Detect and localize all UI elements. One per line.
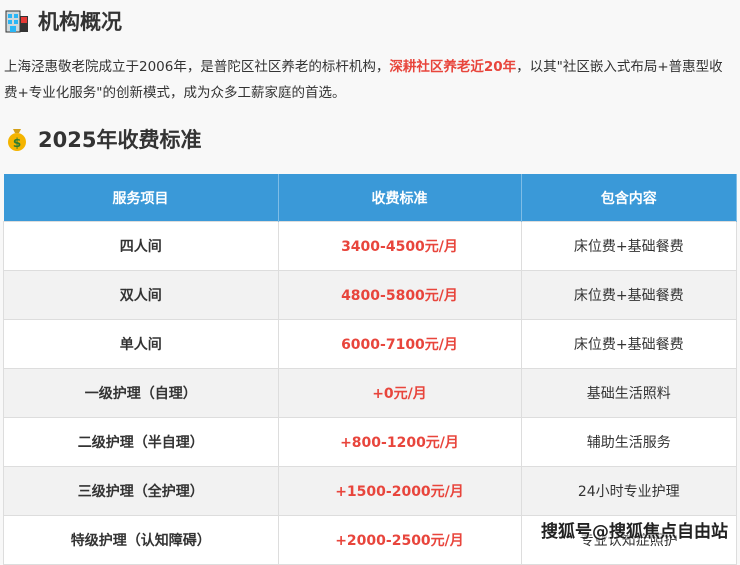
watermark: 搜狐号@搜狐焦点自由站 xyxy=(541,522,728,542)
price-cell: 6000-7100元/月 xyxy=(277,319,522,369)
included-content-cell: 24小时专业护理 xyxy=(520,466,737,516)
intro-paragraph: 上海泾惠敬老院成立于2006年，是普陀区社区养老的标杆机构，深耕社区养老近20年… xyxy=(4,54,736,106)
section-title: 2025年收费标准 xyxy=(38,128,202,152)
hospital-icon xyxy=(4,8,30,34)
table-row: 一级护理（自理） +0元/月 基础生活照料 xyxy=(3,368,737,418)
price-cell: +800-1200元/月 xyxy=(277,417,522,467)
fee-table: 服务项目 收费标准 包含内容 四人间 3400-4500元/月 床位费+基础餐费 双人… xyxy=(3,174,737,565)
price-cell: +0元/月 xyxy=(277,368,522,418)
price-cell: 3400-4500元/月 xyxy=(277,221,522,271)
section-heading-overview: 机构概况 xyxy=(4,6,122,36)
price-cell: +1500-2000元/月 xyxy=(277,466,522,516)
service-item-cell: 单人间 xyxy=(3,319,279,369)
intro-highlight: 深耕社区养老近20年 xyxy=(389,59,517,75)
table-row: 单人间 6000-7100元/月 床位费+基础餐费 xyxy=(3,319,737,369)
service-item-cell: 双人间 xyxy=(3,270,279,320)
section-title: 机构概况 xyxy=(38,10,122,34)
service-item-cell: 二级护理（半自理） xyxy=(3,417,279,467)
service-item-cell: 特级护理（认知障碍） xyxy=(3,515,279,565)
table-row: 二级护理（半自理） +800-1200元/月 辅助生活服务 xyxy=(3,417,737,467)
money-bag-icon: $ xyxy=(4,126,30,152)
column-header: 收费标准 xyxy=(278,174,522,222)
included-content-cell: 基础生活照料 xyxy=(520,368,737,418)
section-heading-fees: $ 2025年收费标准 xyxy=(4,124,201,154)
included-content-cell: 床位费+基础餐费 xyxy=(520,221,737,271)
svg-text:$: $ xyxy=(13,136,21,150)
column-header: 服务项目 xyxy=(3,174,279,222)
service-item-cell: 四人间 xyxy=(3,221,279,271)
price-cell: 4800-5800元/月 xyxy=(277,270,522,320)
included-content-cell: 床位费+基础餐费 xyxy=(520,270,737,320)
intro-text: 上海泾惠敬老院成立于2006年，是普陀区社区养老的标杆机构， xyxy=(4,59,390,75)
table-row: 四人间 3400-4500元/月 床位费+基础餐费 xyxy=(3,221,737,271)
price-cell: +2000-2500元/月 xyxy=(277,515,522,565)
included-content-cell: 辅助生活服务 xyxy=(520,417,737,467)
table-row: 三级护理（全护理） +1500-2000元/月 24小时专业护理 xyxy=(3,466,737,516)
table-row: 双人间 4800-5800元/月 床位费+基础餐费 xyxy=(3,270,737,320)
service-item-cell: 三级护理（全护理） xyxy=(3,466,279,516)
service-item-cell: 一级护理（自理） xyxy=(3,368,279,418)
included-content-cell: 床位费+基础餐费 xyxy=(520,319,737,369)
column-header: 包含内容 xyxy=(521,174,737,222)
